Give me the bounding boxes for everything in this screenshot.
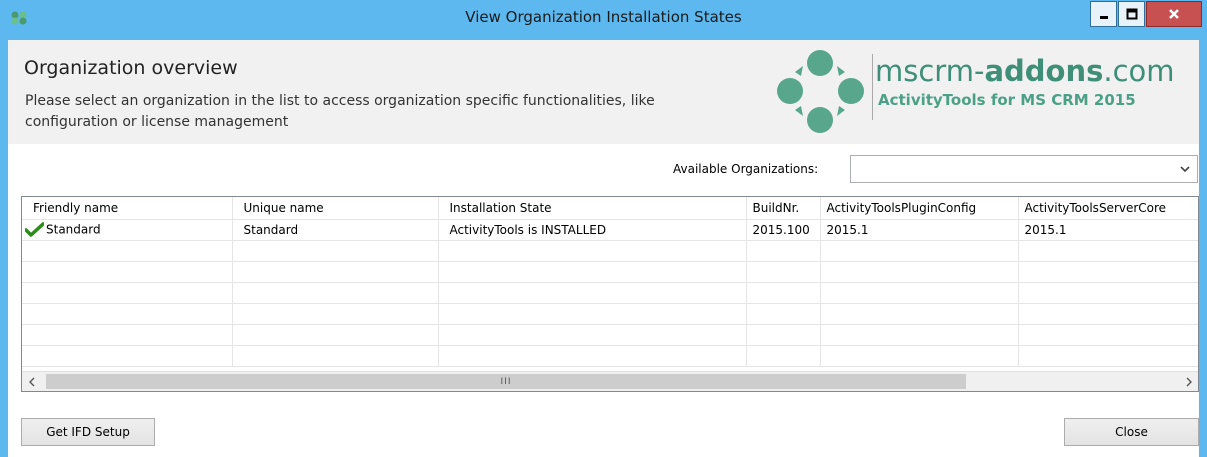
brand-name: mscrm-addons.com [875,54,1175,88]
column-header-installation-state[interactable]: Installation State [438,197,747,220]
close-icon [1169,9,1179,19]
title-bar: View Organization Installation States [0,0,1207,40]
maximize-button[interactable] [1118,1,1145,27]
empty-row [22,345,1198,367]
cell-plugin-config: 2015.1 [820,219,1019,241]
empty-row [22,324,1198,346]
minimize-icon [1099,16,1108,19]
column-header-build-nr[interactable]: BuildNr. [746,197,821,220]
window-frame-left [0,40,8,457]
available-organizations-label: Available Organizations: [673,162,819,176]
get-ifd-setup-button[interactable]: Get IFD Setup [21,418,155,446]
cell-unique-name: Standard [232,219,439,241]
check-icon [25,221,44,237]
empty-row [22,303,1198,325]
cell-server-core: 2015.1 [1018,219,1198,241]
close-button[interactable]: Close [1064,418,1199,446]
horizontal-scrollbar[interactable]: III [22,371,1198,391]
organizations-dropdown[interactable] [850,155,1198,183]
page-description: Please select an organization in the lis… [25,93,655,130]
scroll-left-button[interactable] [23,373,40,390]
page-title: Organization overview [24,57,238,79]
minimize-button[interactable] [1090,1,1117,27]
cell-installation-state: ActivityTools is INSTALLED [438,219,747,241]
cell-friendly-name: Standard [22,219,233,241]
table-row[interactable]: Standard Standard ActivityTools is INSTA… [22,219,1198,241]
chevron-left-icon [28,377,34,386]
brand-subtitle: ActivityTools for MS CRM 2015 [878,91,1136,109]
empty-row [22,261,1198,283]
empty-row [22,240,1198,262]
organizations-grid[interactable]: Friendly name Unique name Installation S… [21,196,1199,392]
grid-header-row: Friendly name Unique name Installation S… [22,197,1198,220]
header-panel: Organization overview Please select an o… [8,40,1199,144]
column-header-server-core[interactable]: ActivityToolsServerCore [1018,197,1198,220]
window-title: View Organization Installation States [465,8,742,26]
chevron-down-icon [1180,166,1190,173]
chevron-right-icon [1186,377,1192,386]
brand-logo-icon [777,50,864,133]
empty-row [22,282,1198,304]
scroll-right-button[interactable] [1180,373,1197,390]
grip-icon: III [500,376,512,387]
column-header-unique-name[interactable]: Unique name [232,197,439,220]
window-frame-right [1199,40,1207,457]
column-header-plugin-config[interactable]: ActivityToolsPluginConfig [820,197,1019,220]
close-window-button[interactable] [1146,1,1202,27]
scrollbar-thumb[interactable]: III [46,374,966,389]
friendly-name-value: Standard [46,222,101,236]
maximize-icon [1126,8,1137,20]
cell-build-nr: 2015.100 [746,219,821,241]
logo-divider [872,54,873,120]
column-header-friendly-name[interactable]: Friendly name [22,197,233,220]
